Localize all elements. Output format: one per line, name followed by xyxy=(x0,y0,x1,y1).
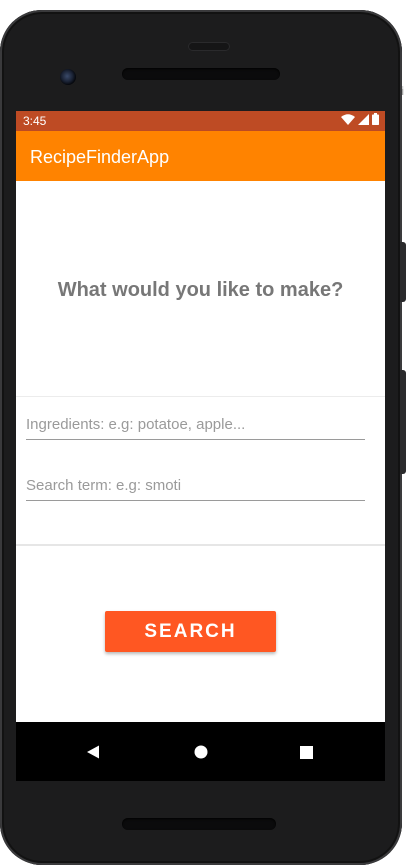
app-bar: RecipeFinderApp xyxy=(16,131,385,181)
divider-bottom xyxy=(16,544,385,546)
back-icon[interactable] xyxy=(82,741,104,763)
main-content: What would you like to make? SEARCH xyxy=(16,181,385,722)
front-camera-icon xyxy=(60,69,76,85)
search-button[interactable]: SEARCH xyxy=(105,611,276,652)
earpiece-speaker xyxy=(122,68,280,80)
phone-screen: 3:45 RecipeFinderApp What would you like… xyxy=(16,111,385,781)
volume-rocker[interactable] xyxy=(400,370,406,474)
search-term-input[interactable] xyxy=(26,472,365,501)
device-screenshot: ti 3:45 RecipeFinderApp xyxy=(0,0,416,865)
home-icon[interactable] xyxy=(190,741,212,763)
battery-icon xyxy=(372,112,379,130)
app-title: RecipeFinderApp xyxy=(30,147,170,167)
ingredients-input[interactable] xyxy=(26,411,365,440)
status-time: 3:45 xyxy=(23,114,47,128)
navigation-bar xyxy=(16,722,385,781)
power-button[interactable] xyxy=(400,242,406,302)
cell-signal-icon xyxy=(358,112,369,130)
bottom-speaker xyxy=(122,818,276,830)
status-icons xyxy=(341,112,379,130)
page-title: What would you like to make? xyxy=(57,279,344,301)
recents-icon[interactable] xyxy=(295,741,317,763)
divider-top xyxy=(16,396,385,397)
status-bar: 3:45 xyxy=(16,111,385,131)
wifi-icon xyxy=(341,112,355,130)
top-sensor xyxy=(188,42,230,51)
